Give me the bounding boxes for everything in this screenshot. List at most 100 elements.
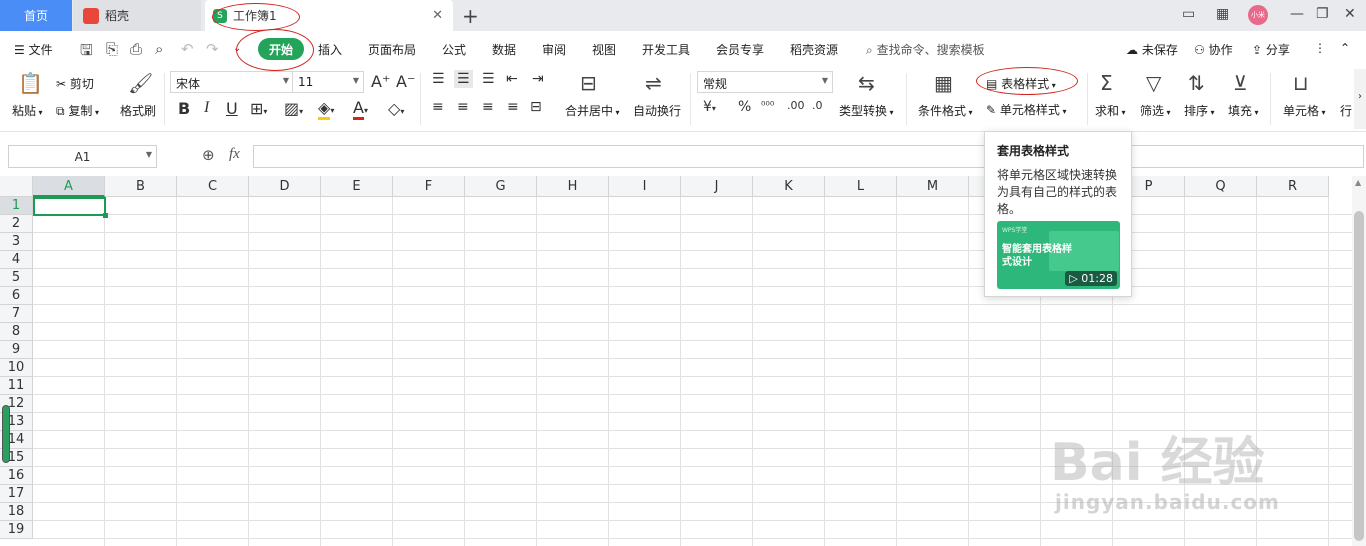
align-bottom-icon[interactable]: ☰ <box>482 71 495 87</box>
row-header[interactable]: 16 <box>0 467 33 485</box>
column-header[interactable]: K <box>753 176 825 197</box>
tab-view[interactable]: 视图 <box>592 41 616 58</box>
scroll-up-icon[interactable]: ▲ <box>1355 178 1361 187</box>
fill-handle[interactable] <box>103 213 108 218</box>
sort-button[interactable]: 排序 ▾ <box>1184 102 1215 119</box>
column-header[interactable]: J <box>681 176 753 197</box>
merge-center-button[interactable]: 合并居中 ▾ <box>565 102 620 119</box>
redo-icon[interactable]: ↷ <box>206 40 219 58</box>
fx-icon[interactable]: fx <box>229 146 240 163</box>
distributed-icon[interactable]: ⊟ <box>530 99 542 115</box>
column-header[interactable]: A <box>33 176 105 197</box>
font-color-icon[interactable]: A▾ <box>353 98 368 120</box>
selected-cell-a1[interactable] <box>33 197 106 216</box>
thousands-icon[interactable]: ⁰⁰⁰ <box>761 99 774 112</box>
tab-data[interactable]: 数据 <box>492 41 516 58</box>
file-menu[interactable]: ☰ 文件 <box>14 41 53 58</box>
column-header[interactable]: D <box>249 176 321 197</box>
print-preview-icon[interactable]: ⌕ <box>155 40 163 58</box>
column-header[interactable]: M <box>897 176 969 197</box>
tab-home[interactable]: 首页 <box>0 0 72 31</box>
ribbon-scroll-right-icon[interactable]: › <box>1354 69 1366 129</box>
clear-format-icon[interactable]: ◇▾ <box>388 99 404 118</box>
cut-button[interactable]: ✂ 剪切 <box>56 75 94 92</box>
collapse-ribbon-icon[interactable]: ⌃ <box>1340 41 1350 55</box>
filter-button[interactable]: 筛选 ▾ <box>1140 102 1171 119</box>
add-tab-button[interactable]: + <box>462 4 479 28</box>
row-header[interactable]: 9 <box>0 341 33 359</box>
save-icon[interactable]: 🖫 <box>80 40 93 65</box>
close-tab-icon[interactable]: ✕ <box>432 8 443 23</box>
vertical-scrollbar[interactable]: ▲ <box>1352 176 1366 546</box>
row-header[interactable]: 19 <box>0 521 33 539</box>
tab-docer-resources[interactable]: 稻壳资源 <box>790 41 838 58</box>
undo-icon[interactable]: ↶ <box>181 40 194 58</box>
layout-icon[interactable]: ▭ <box>1182 6 1195 22</box>
tab-docer[interactable]: 稻壳 <box>73 0 201 31</box>
column-header[interactable]: E <box>321 176 393 197</box>
conditional-format-button[interactable]: 条件格式 ▾ <box>918 102 973 119</box>
fill-down-icon[interactable]: ⊻ <box>1233 71 1248 95</box>
column-header[interactable]: H <box>537 176 609 197</box>
row-header[interactable]: 8 <box>0 323 33 341</box>
row-col-button[interactable]: 行 <box>1340 102 1352 119</box>
italic-icon[interactable]: I <box>204 99 209 117</box>
format-painter-icon[interactable]: 🖌 <box>128 71 153 95</box>
row-header[interactable]: 4 <box>0 251 33 269</box>
minimize-icon[interactable]: — <box>1290 6 1304 22</box>
tab-page-layout[interactable]: 页面布局 <box>368 41 416 58</box>
tab-formulas[interactable]: 公式 <box>442 41 466 58</box>
row-header[interactable]: 1 <box>0 197 33 215</box>
collab-button[interactable]: ⚇ 协作 <box>1194 41 1233 58</box>
copy-button[interactable]: ⧉ 复制 ▾ <box>56 102 99 119</box>
align-top-icon[interactable]: ☰ <box>432 71 445 87</box>
row-header[interactable]: 18 <box>0 503 33 521</box>
row-header[interactable]: 6 <box>0 287 33 305</box>
decrease-font-icon[interactable]: A⁻ <box>396 72 415 91</box>
column-header[interactable]: R <box>1257 176 1329 197</box>
wrap-text-button[interactable]: 自动换行 <box>633 102 681 119</box>
font-name-select[interactable]: 宋体 ▼ <box>170 71 294 93</box>
avatar[interactable]: 小米 <box>1248 5 1268 25</box>
restore-icon[interactable]: ❐ <box>1316 6 1329 22</box>
print-icon[interactable]: ⎙ <box>130 40 142 58</box>
tab-review[interactable]: 审阅 <box>542 41 566 58</box>
conditional-format-icon[interactable]: ▦ <box>934 71 953 95</box>
align-center-icon[interactable]: ≡ <box>457 99 469 115</box>
column-header[interactable]: B <box>105 176 177 197</box>
currency-icon[interactable]: ¥▾ <box>703 99 716 115</box>
close-window-icon[interactable]: ✕ <box>1344 6 1356 22</box>
type-convert-button[interactable]: 类型转换 ▾ <box>839 102 894 119</box>
fill-pattern-icon[interactable]: ▨▾ <box>284 99 303 118</box>
apps-grid-icon[interactable]: ▦ <box>1216 6 1229 22</box>
cell-style-button[interactable]: ✎ 单元格样式 ▾ <box>986 101 1066 118</box>
fill-color-icon[interactable]: ◈▾ <box>318 98 334 120</box>
cell-button[interactable]: 单元格 ▾ <box>1283 102 1326 119</box>
unsaved-status[interactable]: ☁ 未保存 <box>1126 41 1178 58</box>
filter-icon[interactable]: ▽ <box>1146 71 1161 95</box>
select-all-corner[interactable] <box>0 176 33 197</box>
row-header[interactable]: 17 <box>0 485 33 503</box>
row-header[interactable]: 10 <box>0 359 33 377</box>
increase-font-icon[interactable]: A⁺ <box>371 72 390 91</box>
border-icon[interactable]: ⊞▾ <box>250 99 267 118</box>
column-header[interactable]: C <box>177 176 249 197</box>
row-header[interactable]: 7 <box>0 305 33 323</box>
export-icon[interactable]: ⎘ <box>106 40 118 58</box>
increase-indent-icon[interactable]: ⇥ <box>532 71 544 87</box>
justify-icon[interactable]: ≡ <box>507 99 519 115</box>
row-header[interactable]: 3 <box>0 233 33 251</box>
name-box[interactable]: A1 ▼ <box>8 145 157 168</box>
align-right-icon[interactable]: ≡ <box>482 99 494 115</box>
row-header[interactable]: 2 <box>0 215 33 233</box>
type-convert-icon[interactable]: ⇆ <box>858 71 875 95</box>
tab-developer[interactable]: 开发工具 <box>642 41 690 58</box>
row-header[interactable]: 11 <box>0 377 33 395</box>
sum-button[interactable]: 求和 ▾ <box>1095 102 1126 119</box>
underline-icon[interactable]: U <box>226 99 238 118</box>
sort-icon[interactable]: ⇅ <box>1188 71 1205 95</box>
column-header[interactable]: F <box>393 176 465 197</box>
command-search[interactable]: ⌕ 查找命令、搜索模板 <box>866 41 985 58</box>
column-header[interactable]: G <box>465 176 537 197</box>
align-left-icon[interactable]: ≡ <box>432 99 444 115</box>
